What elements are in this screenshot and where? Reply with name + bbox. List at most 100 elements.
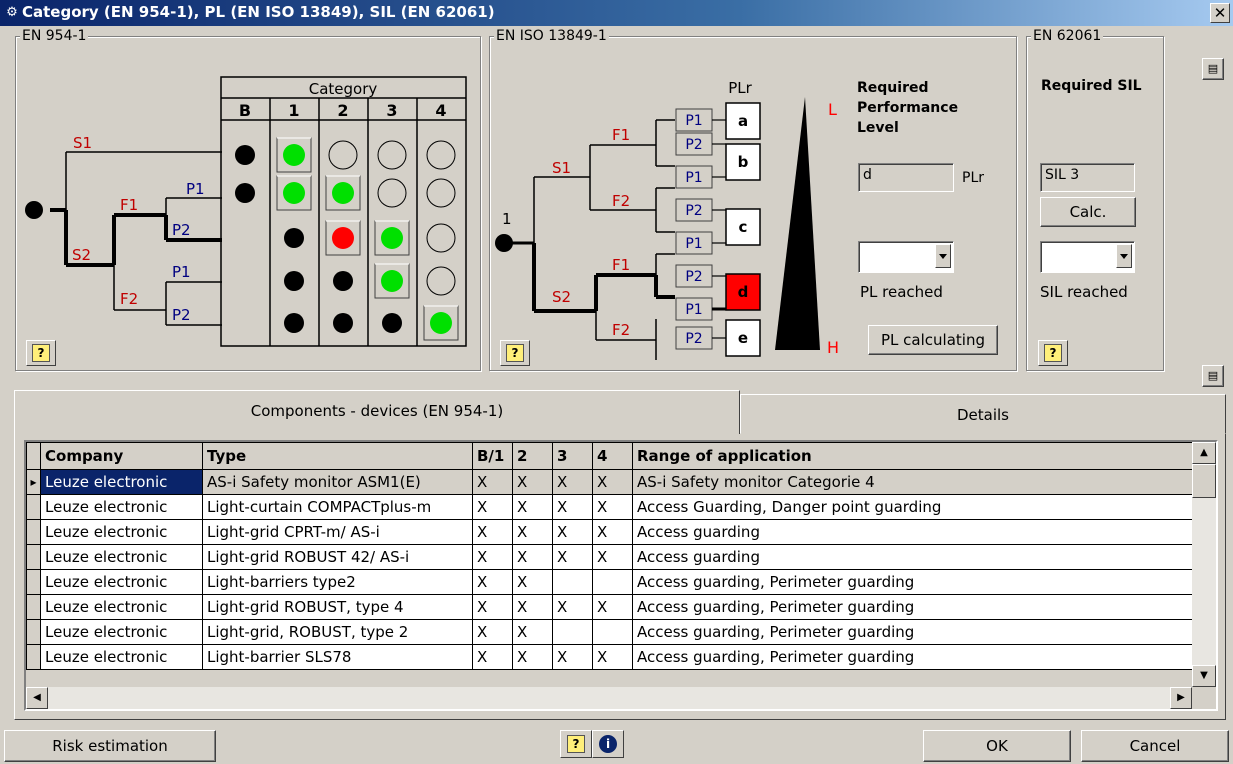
table-cell[interactable]: Light-barriers type2 bbox=[202, 569, 473, 595]
table-cell[interactable]: X bbox=[592, 519, 633, 545]
risk-estimation-button[interactable]: Risk estimation bbox=[4, 730, 216, 762]
table-cell[interactable]: X bbox=[512, 644, 553, 670]
help-icon[interactable]: ? bbox=[500, 340, 530, 366]
table-cell[interactable]: X bbox=[552, 469, 593, 495]
table-row[interactable]: Leuze electronic Light-grid ROBUST 42/ AS… bbox=[26, 544, 1193, 570]
table-cell[interactable]: AS-i Safety monitor Categorie 4 bbox=[632, 469, 1193, 495]
table-cell[interactable]: X bbox=[512, 519, 553, 545]
col-3[interactable]: 3 bbox=[552, 442, 593, 470]
table-cell[interactable]: Access guarding, Perimeter guarding bbox=[632, 619, 1193, 645]
collapse-bottom-icon[interactable]: ▤ bbox=[1202, 365, 1224, 387]
col-range[interactable]: Range of application bbox=[632, 442, 1193, 470]
table-cell[interactable]: Leuze electronic bbox=[40, 494, 203, 520]
table-cell[interactable]: X bbox=[552, 594, 593, 620]
help-icon[interactable]: ? bbox=[560, 730, 592, 758]
table-row[interactable]: ▸ Leuze electronic AS-i Safety monitor ASM… bbox=[26, 469, 1193, 495]
table-cell[interactable]: Access guarding, Perimeter guarding bbox=[632, 569, 1193, 595]
table-cell[interactable]: X bbox=[552, 519, 593, 545]
table-cell[interactable] bbox=[592, 569, 633, 595]
table-cell[interactable]: Leuze electronic bbox=[40, 644, 203, 670]
table-cell[interactable]: X bbox=[472, 594, 513, 620]
cancel-button[interactable]: Cancel bbox=[1081, 730, 1229, 762]
table-cell[interactable]: X bbox=[592, 644, 633, 670]
row-indicator[interactable] bbox=[26, 619, 41, 645]
sil-reached-select[interactable] bbox=[1040, 241, 1135, 273]
table-row[interactable]: Leuze electronic Light-barrier SLS78 X X X X A… bbox=[26, 644, 1193, 670]
table-row[interactable]: Leuze electronic Light-grid CPRT-m/ AS-i X… bbox=[26, 519, 1193, 545]
table-cell[interactable]: X bbox=[472, 494, 513, 520]
scroll-down-icon[interactable]: ▼ bbox=[1192, 665, 1216, 687]
row-indicator[interactable] bbox=[26, 494, 41, 520]
table-cell[interactable]: Leuze electronic bbox=[40, 619, 203, 645]
table-cell[interactable]: X bbox=[512, 594, 553, 620]
table-row[interactable]: Leuze electronic Light-grid, ROBUST, type… bbox=[26, 619, 1193, 645]
row-indicator[interactable] bbox=[26, 644, 41, 670]
tab-details[interactable]: Details bbox=[740, 394, 1226, 434]
table-cell[interactable]: Light-grid CPRT-m/ AS-i bbox=[202, 519, 473, 545]
table-cell[interactable]: X bbox=[472, 469, 513, 495]
table-cell[interactable] bbox=[552, 569, 593, 595]
table-cell[interactable]: Light-curtain COMPACTplus-m bbox=[202, 494, 473, 520]
vertical-scrollbar[interactable]: ▲ ▼ bbox=[1192, 442, 1216, 687]
col-2[interactable]: 2 bbox=[512, 442, 553, 470]
chevron-down-icon[interactable] bbox=[1116, 244, 1132, 268]
table-cell[interactable]: AS-i Safety monitor ASM1(E) bbox=[202, 469, 473, 495]
row-indicator[interactable] bbox=[26, 569, 41, 595]
close-button[interactable]: ✕ bbox=[1210, 3, 1230, 23]
horizontal-scrollbar[interactable]: ◀ ▶ bbox=[26, 687, 1192, 709]
table-cell[interactable] bbox=[592, 619, 633, 645]
calc-button[interactable]: Calc. bbox=[1040, 197, 1136, 227]
table-cell[interactable]: X bbox=[512, 494, 553, 520]
table-cell[interactable] bbox=[552, 619, 593, 645]
table-cell[interactable]: X bbox=[512, 544, 553, 570]
table-cell[interactable]: Leuze electronic bbox=[40, 544, 203, 570]
table-cell[interactable]: Access guarding, Perimeter guarding bbox=[632, 644, 1193, 670]
table-cell[interactable]: Light-grid ROBUST, type 4 bbox=[202, 594, 473, 620]
table-row[interactable]: Leuze electronic Light-barriers type2 X X Ac… bbox=[26, 569, 1193, 595]
table-cell[interactable]: X bbox=[472, 544, 513, 570]
table-cell[interactable]: Light-grid ROBUST 42/ AS-i bbox=[202, 544, 473, 570]
tab-components[interactable]: Components - devices (EN 954-1) bbox=[14, 390, 740, 434]
ok-button[interactable]: OK bbox=[923, 730, 1071, 762]
scroll-left-icon[interactable]: ◀ bbox=[26, 687, 48, 709]
table-cell[interactable]: Light-barrier SLS78 bbox=[202, 644, 473, 670]
col-company[interactable]: Company bbox=[40, 442, 203, 470]
table-row[interactable]: Leuze electronic Light-curtain COMPACTplu… bbox=[26, 494, 1193, 520]
col-b1[interactable]: B/1 bbox=[472, 442, 513, 470]
table-cell[interactable]: X bbox=[592, 469, 633, 495]
help-icon[interactable]: ? bbox=[26, 340, 56, 366]
table-cell[interactable]: X bbox=[552, 544, 593, 570]
table-cell[interactable]: X bbox=[472, 519, 513, 545]
row-indicator[interactable] bbox=[26, 594, 41, 620]
collapse-top-icon[interactable]: ▤ bbox=[1202, 58, 1224, 80]
table-row[interactable]: Leuze electronic Light-grid ROBUST, type … bbox=[26, 594, 1193, 620]
scroll-right-icon[interactable]: ▶ bbox=[1170, 687, 1192, 709]
table-cell[interactable]: Leuze electronic bbox=[40, 569, 203, 595]
table-cell[interactable]: X bbox=[592, 544, 633, 570]
table-cell[interactable]: Access Guarding, Danger point guarding bbox=[632, 494, 1193, 520]
table-cell[interactable]: Access guarding bbox=[632, 544, 1193, 570]
table-cell[interactable]: Light-grid, ROBUST, type 2 bbox=[202, 619, 473, 645]
row-indicator[interactable] bbox=[26, 519, 41, 545]
table-cell[interactable]: Leuze electronic bbox=[40, 469, 203, 495]
table-cell[interactable]: X bbox=[552, 494, 593, 520]
help-icon[interactable]: ? bbox=[1038, 340, 1068, 366]
table-cell[interactable]: X bbox=[512, 469, 553, 495]
table-cell[interactable]: Access guarding, Perimeter guarding bbox=[632, 594, 1193, 620]
col-4[interactable]: 4 bbox=[592, 442, 633, 470]
table-cell[interactable]: Leuze electronic bbox=[40, 519, 203, 545]
scroll-up-icon[interactable]: ▲ bbox=[1192, 442, 1216, 464]
table-cell[interactable]: X bbox=[472, 569, 513, 595]
table-cell[interactable]: X bbox=[592, 594, 633, 620]
table-cell[interactable]: X bbox=[552, 644, 593, 670]
info-icon[interactable]: i bbox=[592, 730, 624, 758]
table-cell[interactable]: Leuze electronic bbox=[40, 594, 203, 620]
pl-calculating-button[interactable]: PL calculating bbox=[868, 325, 998, 355]
row-indicator[interactable] bbox=[26, 544, 41, 570]
table-cell[interactable]: X bbox=[592, 494, 633, 520]
col-type[interactable]: Type bbox=[202, 442, 473, 470]
pl-reached-select[interactable] bbox=[858, 241, 954, 273]
row-indicator[interactable]: ▸ bbox=[26, 469, 41, 495]
chevron-down-icon[interactable] bbox=[935, 244, 951, 268]
table-cell[interactable]: Access guarding bbox=[632, 519, 1193, 545]
